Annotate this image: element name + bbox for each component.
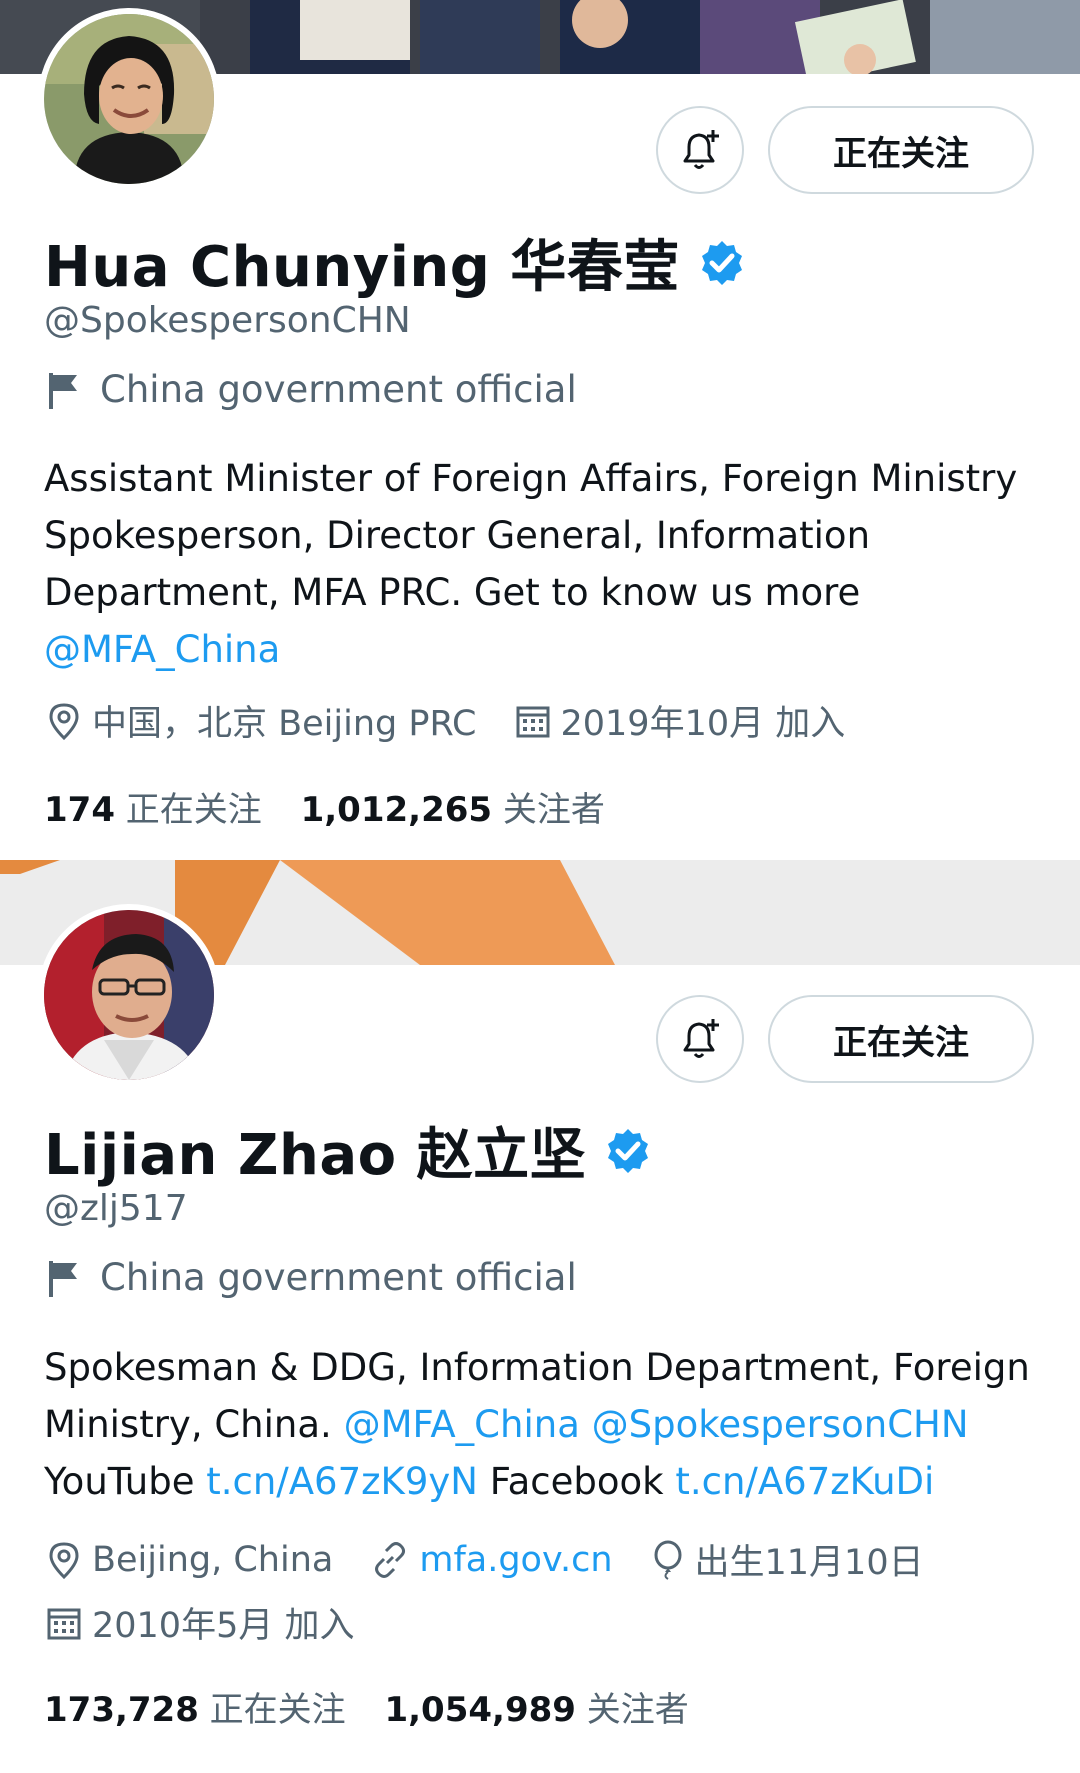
display-name-row: Lijian Zhao 赵立坚 <box>44 1110 652 1191</box>
bio: Spokesman & DDG, Information Department,… <box>44 1339 1044 1510</box>
location: 中国，北京 Beijing PRC <box>46 695 477 746</box>
location-text: 中国，北京 Beijing PRC <box>92 704 477 744</box>
verified-badge-icon[interactable] <box>698 239 746 287</box>
bio-text <box>580 1403 592 1446</box>
flag-icon <box>49 372 77 409</box>
follow-stats: 173,728 正在关注 1,054,989 关注者 <box>44 1682 717 1731</box>
followers-count: 1,012,265 <box>300 790 493 830</box>
flag-icon <box>49 1260 77 1297</box>
bio: Assistant Minister of Foreign Affairs, F… <box>44 450 1044 678</box>
notification-bell-button[interactable] <box>656 106 744 194</box>
user-handle: @SpokespersonCHN <box>44 300 411 341</box>
following-count: 173,728 <box>44 1690 199 1730</box>
following-label: 正在关注 <box>209 1690 346 1730</box>
bio-mention-spokespersonchn[interactable]: @SpokespersonCHN <box>592 1403 969 1446</box>
followers-count: 1,054,989 <box>384 1690 576 1730</box>
join-date: 2010年5月 加入 <box>46 1597 354 1648</box>
bell-plus-icon <box>683 130 719 169</box>
website-link[interactable]: mfa.gov.cn <box>419 1540 612 1580</box>
join-date-text: 2019年10月 加入 <box>560 704 846 744</box>
follow-stats: 174 正在关注 1,012,265 关注者 <box>44 782 633 831</box>
calendar-icon <box>516 706 549 737</box>
display-name: Lijian Zhao 赵立坚 <box>44 1123 587 1188</box>
profile-meta: Beijing, China mfa.gov.cn 出生11月10日 <box>46 1534 962 1585</box>
verified-badge-icon[interactable] <box>604 1127 652 1175</box>
birthday: 出生11月10日 <box>651 1534 924 1585</box>
following-button[interactable]: 正在关注 <box>768 995 1034 1083</box>
link-icon <box>375 1541 406 1578</box>
location-pin-icon <box>49 1541 79 1579</box>
balloon-icon <box>654 1540 682 1580</box>
bio-youtube-link[interactable]: t.cn/A67zK9yN <box>206 1460 478 1503</box>
avatar-photo <box>44 14 214 184</box>
profile-card-lijian-zhao: 正在关注 Lijian Zhao 赵立坚 @zlj517 China gover… <box>0 860 1080 1773</box>
notification-bell-button[interactable] <box>656 995 744 1083</box>
following-button[interactable]: 正在关注 <box>768 106 1034 194</box>
profile-meta-line-2: 2010年5月 加入 <box>46 1597 392 1648</box>
government-label-text: China government official <box>100 368 577 411</box>
avatar-photo <box>44 910 214 1080</box>
bio-text: Facebook <box>477 1460 676 1503</box>
followers-label: 关注者 <box>586 1690 689 1730</box>
calendar-icon <box>47 1608 81 1639</box>
display-name: Hua Chunying 华春莹 <box>44 235 680 300</box>
display-name-row: Hua Chunying 华春莹 <box>44 222 746 303</box>
join-date: 2019年10月 加入 <box>515 695 846 746</box>
bio-text: Assistant Minister of Foreign Affairs, F… <box>44 457 1030 614</box>
website[interactable]: mfa.gov.cn <box>371 1540 613 1580</box>
birthday-text: 出生11月10日 <box>694 1543 924 1583</box>
government-label[interactable]: China government official <box>46 1256 577 1299</box>
followers-stat[interactable]: 1,054,989 关注者 <box>384 1690 688 1730</box>
followers-stat[interactable]: 1,012,265 关注者 <box>301 790 605 830</box>
location: Beijing, China <box>46 1540 333 1580</box>
bell-plus-icon <box>683 1019 719 1058</box>
following-label: 正在关注 <box>125 790 262 830</box>
avatar[interactable] <box>38 8 220 190</box>
location-pin-icon <box>49 702 79 740</box>
bio-facebook-link[interactable]: t.cn/A67zKuDi <box>675 1460 934 1503</box>
bio-mention-link[interactable]: @MFA_China <box>44 628 280 671</box>
avatar[interactable] <box>38 904 220 1086</box>
government-label[interactable]: China government official <box>46 368 577 411</box>
profile-meta: 中国，北京 Beijing PRC 2019年10月 加入 <box>46 695 883 746</box>
following-stat[interactable]: 173,728 正在关注 <box>44 1690 346 1730</box>
bio-mention-mfa-china[interactable]: @MFA_China <box>344 1403 580 1446</box>
followers-label: 关注者 <box>502 790 605 830</box>
profile-card-hua-chunying: 正在关注 Hua Chunying 华春莹 @SpokespersonCHN C… <box>0 0 1080 860</box>
join-date-text: 2010年5月 加入 <box>92 1606 355 1646</box>
government-label-text: China government official <box>100 1256 577 1299</box>
following-count: 174 <box>44 790 115 830</box>
following-stat[interactable]: 174 正在关注 <box>44 790 262 830</box>
user-handle: @zlj517 <box>44 1188 188 1229</box>
location-text: Beijing, China <box>92 1539 334 1580</box>
